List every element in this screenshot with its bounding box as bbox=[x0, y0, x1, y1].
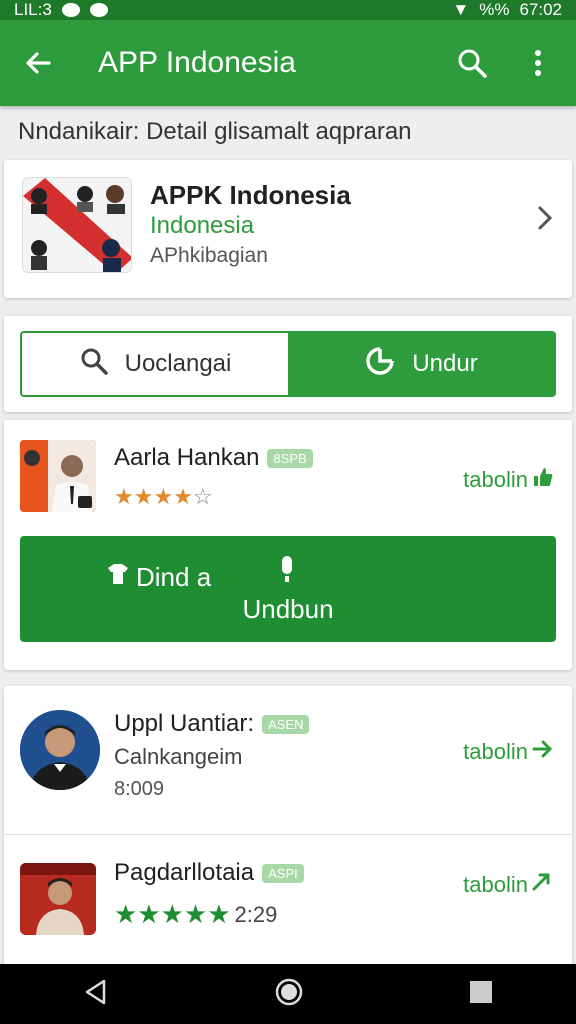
version-badge: ASEN bbox=[262, 715, 310, 735]
tab-download[interactable]: Undur bbox=[288, 333, 554, 395]
battery-text: %% bbox=[479, 0, 510, 19]
list-item-side-action[interactable]: tabolin bbox=[463, 738, 554, 766]
app-bar: APP Indonesia bbox=[0, 20, 576, 106]
rating-stars: ★★★★★ bbox=[114, 899, 231, 929]
download-button[interactable]: Dind a Undbun bbox=[20, 536, 556, 642]
notification-icon bbox=[89, 3, 108, 17]
list-item-title: Uppl Uantiar: bbox=[114, 710, 255, 737]
version-badge: ASPI bbox=[262, 864, 304, 884]
featured-app-thumbnail bbox=[20, 440, 96, 512]
side-action-label: tabolin bbox=[463, 739, 528, 764]
arrow-left-icon[interactable] bbox=[18, 43, 58, 83]
status-bar: LIL:3 ▼ %% 67:02 bbox=[0, 0, 576, 20]
app-thumbnail bbox=[22, 177, 132, 273]
list-item-meta: 8:009 bbox=[114, 778, 165, 800]
app-title: APP Indonesia bbox=[98, 46, 296, 79]
back-nav-icon[interactable] bbox=[82, 978, 110, 1011]
system-nav-bar bbox=[0, 964, 576, 1024]
featured-app-card: Aarla Hankan 8SPB ★★★★☆ tabolin Dind a Un… bbox=[4, 420, 572, 670]
wifi-icon: ▼ bbox=[452, 0, 470, 19]
app-list-card: Uppl Uantiar: ASEN Calnkangeim 8:009 tabo… bbox=[4, 686, 572, 968]
chevron-right-icon[interactable] bbox=[536, 204, 554, 237]
home-nav-icon[interactable] bbox=[274, 977, 304, 1012]
list-item-thumbnail bbox=[20, 863, 96, 935]
arrow-right-icon bbox=[532, 871, 554, 899]
search-icon bbox=[79, 346, 109, 383]
app-country: Indonesia bbox=[150, 212, 255, 239]
version-badge: 8SPB bbox=[267, 449, 313, 469]
status-left-text: LIL:3 bbox=[14, 0, 52, 19]
tab-search[interactable]: Uoclangai bbox=[22, 333, 288, 395]
more-vert-icon[interactable] bbox=[518, 43, 558, 83]
featured-app-name: Aarla Hankan 8SPB bbox=[114, 444, 313, 472]
download-button-line2: Undbun bbox=[242, 594, 334, 624]
microphone-icon bbox=[280, 556, 294, 582]
featured-app-title: Aarla Hankan bbox=[114, 444, 260, 471]
notification-icon bbox=[61, 3, 80, 17]
recents-nav-icon[interactable] bbox=[468, 979, 494, 1010]
clock: 67:02 bbox=[519, 0, 562, 19]
arrow-right-icon bbox=[532, 738, 554, 766]
list-item-name: Uppl Uantiar: ASEN bbox=[114, 710, 310, 738]
mode-toggle-card: Uoclangai Undur bbox=[4, 316, 572, 412]
download-button-line1: Dind a bbox=[136, 562, 212, 592]
list-item[interactable]: Uppl Uantiar: ASEN Calnkangeim 8:009 tabo… bbox=[4, 686, 572, 832]
list-item-name: Pagdarllotaia ASPI bbox=[114, 859, 304, 887]
refresh-icon bbox=[364, 345, 396, 384]
list-item-subtitle: Calnkangeim bbox=[114, 744, 243, 769]
shirt-icon bbox=[106, 562, 130, 593]
rating-stars: ★★★★☆ bbox=[114, 484, 213, 509]
app-name: APPK Indonesia bbox=[150, 180, 351, 210]
page-subheader: Nndanikair: Detail glisamalt aqpraran bbox=[18, 118, 412, 145]
app-detail-card[interactable]: APPK Indonesia Indonesia APhkibagian bbox=[4, 160, 572, 298]
app-category: APhkibagian bbox=[150, 244, 268, 267]
side-action-label: tabolin bbox=[463, 872, 528, 897]
list-item-rating: ★★★★★ 2:29 bbox=[114, 899, 277, 930]
tab-download-label: Undur bbox=[412, 350, 478, 377]
search-icon[interactable] bbox=[452, 43, 492, 83]
featured-side-action[interactable]: tabolin bbox=[463, 466, 554, 494]
avatar bbox=[20, 710, 100, 790]
list-item-title: Pagdarllotaia bbox=[114, 859, 255, 886]
mode-toggle: Uoclangai Undur bbox=[20, 331, 556, 397]
list-item-side-action[interactable]: tabolin bbox=[463, 871, 554, 899]
rating-text: 2:29 bbox=[234, 901, 278, 927]
side-action-label: tabolin bbox=[463, 467, 528, 492]
thumbs-up-icon bbox=[532, 466, 554, 494]
list-item[interactable]: Pagdarllotaia ASPI ★★★★★ 2:29 tabolin bbox=[4, 834, 572, 980]
tab-search-label: Uoclangai bbox=[124, 350, 232, 377]
